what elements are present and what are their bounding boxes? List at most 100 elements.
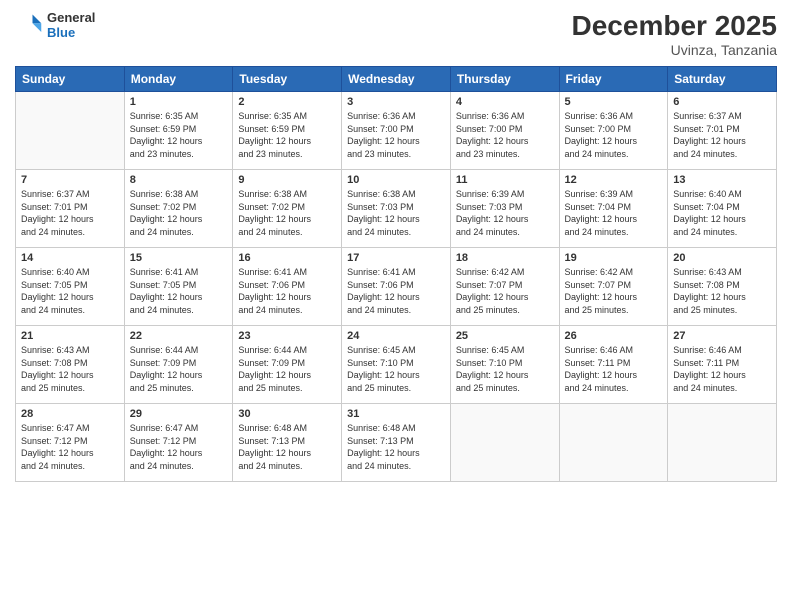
day-number: 7	[21, 174, 119, 186]
day-number: 31	[347, 408, 445, 420]
day-number: 15	[130, 252, 228, 264]
week-row-0: 1 Sunrise: 6:35 AM Sunset: 6:59 PM Daylig…	[16, 92, 777, 170]
week-row-4: 28Sunrise: 6:47 AM Sunset: 7:12 PM Dayli…	[16, 404, 777, 482]
day-number: 1	[130, 96, 228, 108]
day-info: Sunrise: 6:43 AM Sunset: 7:08 PM Dayligh…	[21, 344, 119, 394]
day-cell: 30 Sunrise: 6:48 AM Sunset: 7:13 PM Dayli…	[233, 404, 342, 482]
day-cell: 1 Sunrise: 6:35 AM Sunset: 6:59 PM Daylig…	[124, 92, 233, 170]
weekday-header-saturday: Saturday	[668, 67, 777, 92]
day-number: 12	[565, 174, 663, 186]
location: Uvinza, Tanzania	[572, 42, 777, 58]
day-cell: 20Sunrise: 6:43 AM Sunset: 7:08 PM Dayli…	[668, 248, 777, 326]
day-number: 18	[456, 252, 554, 264]
day-info: Sunrise: 6:36 AM Sunset: 7:00 PM Dayligh…	[456, 110, 554, 160]
day-cell: 23 Sunrise: 6:44 AM Sunset: 7:09 PM Dayli…	[233, 326, 342, 404]
day-cell: 6 Sunrise: 6:37 AM Sunset: 7:01 PM Daylig…	[668, 92, 777, 170]
day-info: Sunrise: 6:39 AM Sunset: 7:04 PM Dayligh…	[565, 188, 663, 238]
day-info: Sunrise: 6:40 AM Sunset: 7:05 PM Dayligh…	[21, 266, 119, 316]
weekday-header-thursday: Thursday	[450, 67, 559, 92]
day-info: Sunrise: 6:35 AM Sunset: 6:59 PM Dayligh…	[130, 110, 228, 160]
day-info: Sunrise: 6:48 AM Sunset: 7:13 PM Dayligh…	[347, 422, 445, 472]
day-cell	[16, 92, 125, 170]
day-info: Sunrise: 6:37 AM Sunset: 7:01 PM Dayligh…	[21, 188, 119, 238]
day-cell: 24 Sunrise: 6:45 AM Sunset: 7:10 PM Dayli…	[342, 326, 451, 404]
day-info: Sunrise: 6:45 AM Sunset: 7:10 PM Dayligh…	[456, 344, 554, 394]
day-number: 19	[565, 252, 663, 264]
day-number: 9	[238, 174, 336, 186]
calendar: SundayMondayTuesdayWednesdayThursdayFrid…	[15, 66, 777, 482]
day-number: 6	[673, 96, 771, 108]
day-info: Sunrise: 6:38 AM Sunset: 7:02 PM Dayligh…	[238, 188, 336, 238]
day-info: Sunrise: 6:40 AM Sunset: 7:04 PM Dayligh…	[673, 188, 771, 238]
day-number: 5	[565, 96, 663, 108]
day-number: 21	[21, 330, 119, 342]
day-number: 2	[238, 96, 336, 108]
day-cell: 19Sunrise: 6:42 AM Sunset: 7:07 PM Dayli…	[559, 248, 668, 326]
day-number: 27	[673, 330, 771, 342]
day-number: 10	[347, 174, 445, 186]
day-cell: 22 Sunrise: 6:44 AM Sunset: 7:09 PM Dayli…	[124, 326, 233, 404]
day-cell: 2Sunrise: 6:35 AM Sunset: 6:59 PM Daylig…	[233, 92, 342, 170]
logo: General Blue	[15, 10, 95, 40]
day-number: 14	[21, 252, 119, 264]
day-cell: 11Sunrise: 6:39 AM Sunset: 7:03 PM Dayli…	[450, 170, 559, 248]
day-number: 22	[130, 330, 228, 342]
day-cell: 15 Sunrise: 6:41 AM Sunset: 7:05 PM Dayli…	[124, 248, 233, 326]
day-info: Sunrise: 6:44 AM Sunset: 7:09 PM Dayligh…	[238, 344, 336, 394]
day-cell: 8 Sunrise: 6:38 AM Sunset: 7:02 PM Daylig…	[124, 170, 233, 248]
day-number: 29	[130, 408, 228, 420]
day-cell: 16Sunrise: 6:41 AM Sunset: 7:06 PM Dayli…	[233, 248, 342, 326]
day-number: 26	[565, 330, 663, 342]
day-cell	[668, 404, 777, 482]
day-info: Sunrise: 6:42 AM Sunset: 7:07 PM Dayligh…	[456, 266, 554, 316]
day-info: Sunrise: 6:41 AM Sunset: 7:05 PM Dayligh…	[130, 266, 228, 316]
day-cell	[450, 404, 559, 482]
day-number: 30	[238, 408, 336, 420]
weekday-header-row: SundayMondayTuesdayWednesdayThursdayFrid…	[16, 67, 777, 92]
day-number: 11	[456, 174, 554, 186]
day-number: 24	[347, 330, 445, 342]
day-info: Sunrise: 6:43 AM Sunset: 7:08 PM Dayligh…	[673, 266, 771, 316]
weekday-header-wednesday: Wednesday	[342, 67, 451, 92]
day-cell: 28Sunrise: 6:47 AM Sunset: 7:12 PM Dayli…	[16, 404, 125, 482]
day-cell: 3Sunrise: 6:36 AM Sunset: 7:00 PM Daylig…	[342, 92, 451, 170]
day-cell: 14 Sunrise: 6:40 AM Sunset: 7:05 PM Dayli…	[16, 248, 125, 326]
day-cell: 5 Sunrise: 6:36 AM Sunset: 7:00 PM Daylig…	[559, 92, 668, 170]
day-cell: 4 Sunrise: 6:36 AM Sunset: 7:00 PM Daylig…	[450, 92, 559, 170]
logo-blue: Blue	[47, 25, 95, 40]
logo-icon	[15, 11, 43, 39]
day-info: Sunrise: 6:37 AM Sunset: 7:01 PM Dayligh…	[673, 110, 771, 160]
day-cell: 18 Sunrise: 6:42 AM Sunset: 7:07 PM Dayli…	[450, 248, 559, 326]
day-cell: 10 Sunrise: 6:38 AM Sunset: 7:03 PM Dayli…	[342, 170, 451, 248]
day-info: Sunrise: 6:36 AM Sunset: 7:00 PM Dayligh…	[565, 110, 663, 160]
day-info: Sunrise: 6:48 AM Sunset: 7:13 PM Dayligh…	[238, 422, 336, 472]
day-number: 25	[456, 330, 554, 342]
day-info: Sunrise: 6:38 AM Sunset: 7:02 PM Dayligh…	[130, 188, 228, 238]
day-cell: 9 Sunrise: 6:38 AM Sunset: 7:02 PM Daylig…	[233, 170, 342, 248]
day-info: Sunrise: 6:47 AM Sunset: 7:12 PM Dayligh…	[130, 422, 228, 472]
weekday-header-friday: Friday	[559, 67, 668, 92]
week-row-3: 21 Sunrise: 6:43 AM Sunset: 7:08 PM Dayli…	[16, 326, 777, 404]
month-title: December 2025	[572, 10, 777, 42]
day-info: Sunrise: 6:46 AM Sunset: 7:11 PM Dayligh…	[673, 344, 771, 394]
day-number: 8	[130, 174, 228, 186]
logo-general: General	[47, 10, 95, 25]
page: General Blue December 2025 Uvinza, Tanza…	[0, 0, 792, 612]
day-cell: 13Sunrise: 6:40 AM Sunset: 7:04 PM Dayli…	[668, 170, 777, 248]
day-info: Sunrise: 6:47 AM Sunset: 7:12 PM Dayligh…	[21, 422, 119, 472]
day-cell: 21 Sunrise: 6:43 AM Sunset: 7:08 PM Dayli…	[16, 326, 125, 404]
day-cell: 27 Sunrise: 6:46 AM Sunset: 7:11 PM Dayli…	[668, 326, 777, 404]
day-cell: 29 Sunrise: 6:47 AM Sunset: 7:12 PM Dayli…	[124, 404, 233, 482]
week-row-1: 7 Sunrise: 6:37 AM Sunset: 7:01 PM Daylig…	[16, 170, 777, 248]
day-cell: 26 Sunrise: 6:46 AM Sunset: 7:11 PM Dayli…	[559, 326, 668, 404]
day-cell: 7 Sunrise: 6:37 AM Sunset: 7:01 PM Daylig…	[16, 170, 125, 248]
day-info: Sunrise: 6:46 AM Sunset: 7:11 PM Dayligh…	[565, 344, 663, 394]
day-number: 4	[456, 96, 554, 108]
day-info: Sunrise: 6:44 AM Sunset: 7:09 PM Dayligh…	[130, 344, 228, 394]
day-info: Sunrise: 6:45 AM Sunset: 7:10 PM Dayligh…	[347, 344, 445, 394]
day-number: 23	[238, 330, 336, 342]
logo-text: General Blue	[47, 10, 95, 40]
day-number: 17	[347, 252, 445, 264]
day-info: Sunrise: 6:38 AM Sunset: 7:03 PM Dayligh…	[347, 188, 445, 238]
title-block: December 2025 Uvinza, Tanzania	[572, 10, 777, 58]
